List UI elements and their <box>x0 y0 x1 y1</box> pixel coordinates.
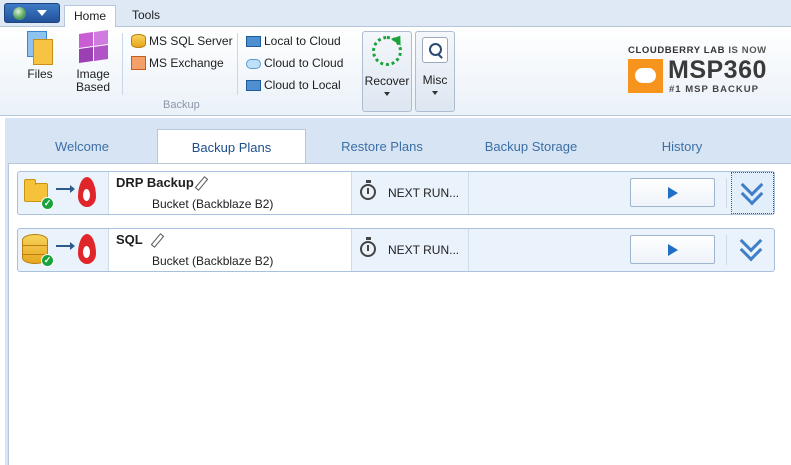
pencil-icon[interactable] <box>193 176 207 190</box>
expand-plan-button[interactable] <box>731 172 774 214</box>
local-computer-icon <box>246 36 261 47</box>
next-run-label: NEXT RUN... <box>388 243 460 257</box>
arrow-right-icon <box>56 242 75 250</box>
plan-info: SQL Bucket (Backblaze B2) <box>108 229 351 271</box>
cloud-to-local-button[interactable]: Cloud to Local <box>246 75 341 95</box>
tab-history[interactable]: History <box>630 131 734 163</box>
ribbon-tab-home[interactable]: Home <box>64 5 116 28</box>
plan-flow-icons: ✓ <box>18 172 108 214</box>
local-to-cloud-label: Local to Cloud <box>264 34 341 48</box>
ribbon-tab-tools[interactable]: Tools <box>124 5 168 27</box>
play-icon <box>668 187 678 199</box>
caret-down-icon <box>37 10 47 16</box>
ribbon-panel: Files Image Based MS SQL Server MS Excha… <box>0 27 791 116</box>
run-plan-button[interactable] <box>630 235 715 264</box>
ms-sql-server-button[interactable]: MS SQL Server <box>131 31 233 51</box>
files-backup-button[interactable]: Files <box>20 31 60 81</box>
brand-tagline: CLOUDBERRY LAB IS NOW <box>628 45 767 56</box>
pencil-icon[interactable] <box>149 233 163 247</box>
cloud-to-local-label: Cloud to Local <box>264 78 341 92</box>
plan-destination: Bucket (Backblaze B2) <box>152 254 274 268</box>
next-run-cell: NEXT RUN... <box>351 172 469 214</box>
files-label: Files <box>27 67 53 81</box>
cloud-icon <box>246 59 261 69</box>
cloud-to-cloud-button[interactable]: Cloud to Cloud <box>246 53 343 73</box>
ms-exchange-button[interactable]: MS Exchange <box>131 53 224 73</box>
backblaze-icon <box>78 177 96 207</box>
next-run-cell: NEXT RUN... <box>351 229 469 271</box>
plan-name: SQL <box>116 232 143 247</box>
play-icon <box>668 244 678 256</box>
recover-label: Recover <box>364 74 410 88</box>
run-plan-button[interactable] <box>630 178 715 207</box>
ribbon-separator <box>237 33 238 95</box>
image-based-label: Image Based <box>75 67 111 94</box>
windows-icon <box>77 30 109 65</box>
cloud-logo-icon <box>628 59 663 93</box>
plan-destination: Bucket (Backblaze B2) <box>152 197 274 211</box>
check-icon: ✓ <box>41 197 54 210</box>
caret-down-icon <box>432 91 438 95</box>
local-to-cloud-button[interactable]: Local to Cloud <box>246 31 341 51</box>
stopwatch-icon <box>360 237 376 257</box>
app-menu-button[interactable] <box>4 3 60 23</box>
stopwatch-icon <box>360 180 376 200</box>
files-icon <box>25 31 55 65</box>
caret-down-icon <box>384 92 390 96</box>
next-run-label: NEXT RUN... <box>388 186 460 200</box>
divider <box>726 178 727 208</box>
recover-icon <box>372 36 402 66</box>
tab-backup-storage[interactable]: Backup Storage <box>468 131 594 163</box>
ribbon-tab-bar: Home Tools <box>0 0 791 28</box>
misc-label: Misc <box>422 73 448 87</box>
plan-info: DRP Backup Bucket (Backblaze B2) <box>108 172 351 214</box>
arrow-right-icon <box>56 185 75 193</box>
search-icon <box>422 37 448 63</box>
expand-plan-button[interactable] <box>731 229 774 271</box>
misc-button[interactable]: Misc <box>415 31 455 112</box>
plan-flow-icons: ✓ <box>18 229 108 271</box>
tab-backup-plans[interactable]: Backup Plans <box>157 129 306 164</box>
database-icon <box>131 34 146 48</box>
check-icon: ✓ <box>41 254 54 267</box>
tab-welcome[interactable]: Welcome <box>32 131 132 163</box>
plan-row[interactable]: ✓ DRP Backup Bucket (Backblaze B2) NEXT … <box>17 171 775 215</box>
recover-button[interactable]: Recover <box>362 31 412 112</box>
brand-subtitle: #1 MSP BACKUP <box>669 84 759 95</box>
exchange-icon <box>131 56 146 70</box>
ms-sql-label: MS SQL Server <box>149 34 233 48</box>
tab-restore-plans[interactable]: Restore Plans <box>322 131 442 163</box>
globe-icon <box>13 7 26 20</box>
cloud-to-local-icon <box>246 80 261 91</box>
ribbon-separator <box>122 33 123 95</box>
cloud-to-cloud-label: Cloud to Cloud <box>264 56 344 70</box>
backup-group-label: Backup <box>163 99 200 111</box>
image-based-backup-button[interactable]: Image Based <box>70 30 116 94</box>
backblaze-icon <box>78 234 96 264</box>
plan-row[interactable]: ✓ SQL Bucket (Backblaze B2) NEXT RUN... <box>17 228 775 272</box>
ms-exchange-label: MS Exchange <box>149 56 224 70</box>
brand-logo-block: CLOUDBERRY LAB IS NOW MSP360 #1 MSP BACK… <box>628 45 773 95</box>
divider <box>726 235 727 265</box>
plan-name: DRP Backup <box>116 175 194 190</box>
brand-name: MSP360 <box>668 56 767 84</box>
